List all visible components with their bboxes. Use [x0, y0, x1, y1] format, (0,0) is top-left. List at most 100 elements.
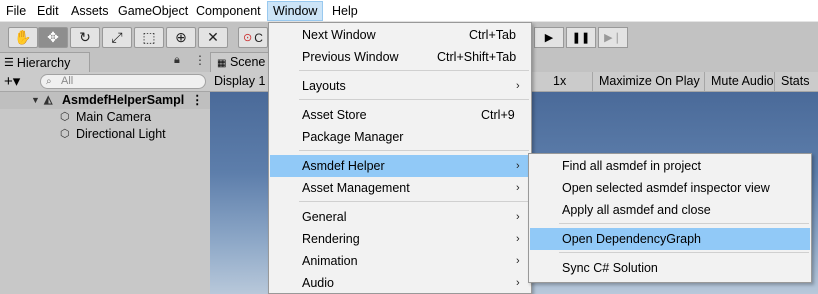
menu-item-next-window[interactable]: Next Window Ctrl+Tab [270, 24, 530, 46]
menu-item-label: Layouts [302, 79, 346, 93]
menu-item-label: Audio [302, 276, 334, 290]
hierarchy-list-icon: ☰ [4, 57, 14, 69]
step-button[interactable]: ▶❘ [598, 27, 628, 48]
lock-icon[interactable]: 🔒︎ [174, 54, 180, 67]
hierarchy-item-directional-light[interactable]: ⬡ Directional Light [0, 126, 210, 143]
submenu-arrow-icon: › [516, 160, 520, 172]
pivot-label: C [254, 30, 263, 45]
tab-scene[interactable]: ▦ Scene [210, 52, 270, 72]
submenu-arrow-icon: › [516, 233, 520, 245]
menu-item-sync-csharp-solution[interactable]: Sync C# Solution [530, 257, 810, 279]
scene-tab-label: Scene [229, 55, 266, 69]
menu-item-label: Asset Store [302, 108, 367, 122]
menu-assets[interactable]: Assets [71, 0, 109, 22]
menu-item-find-all-asmdef[interactable]: Find all asmdef in project [530, 155, 810, 177]
asmdef-helper-submenu: Find all asmdef in project Open selected… [528, 153, 812, 283]
mute-audio-toggle[interactable]: Mute Audio [704, 72, 774, 91]
menu-item-label: Open DependencyGraph [562, 232, 701, 246]
gameobject-cube-icon: ⬡ [60, 128, 70, 140]
window-menu: Next Window Ctrl+Tab Previous Window Ctr… [268, 22, 532, 294]
menu-item-label: Rendering [302, 232, 360, 246]
menu-help[interactable]: Help [332, 0, 358, 22]
unity-scene-icon: ◭ [44, 94, 53, 106]
menu-item-label: Animation [302, 254, 358, 268]
hierarchy-tab[interactable]: ☰ Hierarchy [0, 52, 90, 72]
hierarchy-search-row: +▾ ⌕ All [0, 72, 210, 92]
menu-item-label: Open selected asmdef inspector view [562, 181, 770, 195]
scene-row[interactable]: ▼ ◭ AsmdefHelperSampl ⋮ [0, 92, 210, 109]
menu-item-asset-management[interactable]: Asset Management › [270, 177, 530, 199]
rotate-icon[interactable]: ↻ [70, 27, 100, 48]
display-dropdown[interactable]: Display 1 [210, 72, 265, 91]
maximize-on-play-toggle[interactable]: Maximize On Play [592, 72, 700, 91]
menu-item-label: Asmdef Helper [302, 159, 385, 173]
menu-item-label: Asset Management [302, 181, 410, 195]
transform-icon[interactable]: ⊕ [166, 27, 196, 48]
menu-separator [299, 70, 529, 71]
move-icon[interactable]: ✥ [38, 27, 68, 48]
menu-item-previous-window[interactable]: Previous Window Ctrl+Shift+Tab [270, 46, 530, 68]
menu-separator [299, 99, 529, 100]
menu-item-asmdef-helper[interactable]: Asmdef Helper › [270, 155, 530, 177]
scene-menu-icon[interactable]: ⋮ [191, 92, 204, 109]
scene-name: AsmdefHelperSampl [62, 93, 185, 107]
hierarchy-search-input[interactable]: ⌕ All [40, 74, 206, 89]
menu-gameobject[interactable]: GameObject [118, 0, 188, 22]
hierarchy-item-label: Directional Light [76, 127, 166, 141]
menu-item-layouts[interactable]: Layouts › [270, 75, 530, 97]
menu-separator [299, 201, 529, 202]
hand-icon[interactable]: ✋ [8, 27, 38, 48]
menu-item-label: Sync C# Solution [562, 261, 658, 275]
menu-separator [299, 150, 529, 151]
submenu-arrow-icon: › [516, 211, 520, 223]
menu-item-label: Find all asmdef in project [562, 159, 701, 173]
pivot-toggle[interactable]: ⊙ C [238, 27, 268, 48]
search-placeholder: All [61, 75, 74, 87]
menu-item-asset-store[interactable]: Asset Store Ctrl+9 [270, 104, 530, 126]
menu-item-open-selected-asmdef[interactable]: Open selected asmdef inspector view [530, 177, 810, 199]
menu-bar: File Edit Assets GameObject Component Wi… [0, 0, 818, 22]
menu-item-rendering[interactable]: Rendering › [270, 228, 530, 250]
custom-tool-icon[interactable]: ✕ [198, 27, 228, 48]
add-object-button[interactable]: +▾ [4, 73, 20, 90]
menu-edit[interactable]: Edit [37, 0, 59, 22]
submenu-arrow-icon: › [516, 182, 520, 194]
menu-item-label: Apply all asmdef and close [562, 203, 711, 217]
shortcut-label: Ctrl+Tab [469, 28, 516, 42]
submenu-arrow-icon: › [516, 255, 520, 267]
pause-button[interactable]: ❚❚ [566, 27, 596, 48]
menu-item-animation[interactable]: Animation › [270, 250, 530, 272]
menu-item-open-dependency-graph[interactable]: Open DependencyGraph [530, 228, 810, 250]
gameobject-cube-icon: ⬡ [60, 111, 70, 123]
play-button[interactable]: ▶ [534, 27, 564, 48]
play-icon: ▶ [544, 32, 554, 44]
pause-icon: ❚❚ [571, 32, 591, 44]
rect-tool-icon[interactable]: ⬚ [134, 27, 164, 48]
menu-item-general[interactable]: General › [270, 206, 530, 228]
scale-label[interactable]: 1x [547, 72, 566, 91]
search-icon: ⌕ [46, 76, 52, 87]
menu-window[interactable]: Window [267, 1, 324, 21]
more-options-icon[interactable]: ⋮ [194, 53, 206, 67]
menu-separator [559, 252, 809, 253]
menu-file[interactable]: File [6, 0, 26, 22]
scene-tab-icon: ▦ [217, 58, 227, 69]
menu-item-audio[interactable]: Audio › [270, 272, 530, 294]
step-icon: ▶❘ [604, 32, 622, 44]
menu-item-label: Previous Window [302, 50, 399, 64]
expand-arrow-icon[interactable]: ▼ [31, 92, 40, 109]
menu-item-label: Package Manager [302, 130, 404, 144]
hierarchy-item-label: Main Camera [76, 110, 152, 124]
hierarchy-body: ▼ ◭ AsmdefHelperSampl ⋮ ⬡ Main Camera ⬡ … [0, 92, 210, 294]
shortcut-label: Ctrl+Shift+Tab [437, 50, 517, 64]
stats-toggle[interactable]: Stats [774, 72, 810, 91]
hierarchy-item-main-camera[interactable]: ⬡ Main Camera [0, 109, 210, 126]
scale-icon[interactable]: ⤢ [102, 27, 132, 48]
menu-item-label: Next Window [302, 28, 376, 42]
menu-item-package-manager[interactable]: Package Manager [270, 126, 530, 148]
menu-component[interactable]: Component [196, 0, 261, 22]
submenu-arrow-icon: › [516, 277, 520, 289]
menu-separator [559, 223, 809, 224]
menu-item-apply-all-asmdef[interactable]: Apply all asmdef and close [530, 199, 810, 221]
hierarchy-tab-label: Hierarchy [16, 55, 71, 70]
